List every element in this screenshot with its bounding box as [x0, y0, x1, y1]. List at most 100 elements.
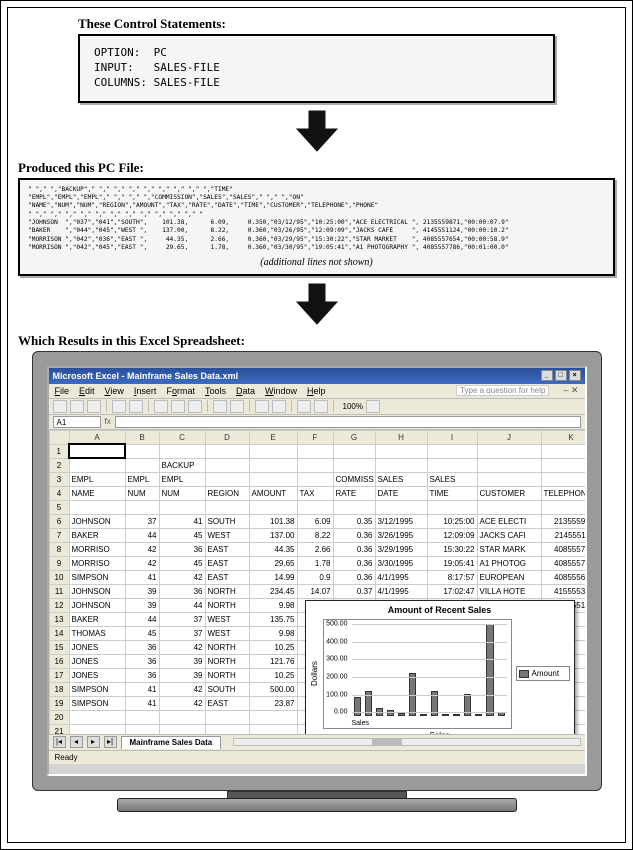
tab-nav-last-icon[interactable]: ▸|: [104, 736, 117, 748]
cell[interactable]: [477, 444, 541, 458]
tb-sort-desc-icon[interactable]: [272, 400, 286, 413]
cell[interactable]: COMMISS: [333, 472, 375, 486]
cell[interactable]: DATE: [375, 486, 427, 500]
row-header[interactable]: 11: [49, 584, 69, 598]
cell[interactable]: 4/1/1995: [375, 584, 427, 598]
formula-input[interactable]: [115, 416, 581, 428]
cell[interactable]: 3/29/1995: [375, 542, 427, 556]
cell[interactable]: 3/12/1995: [375, 514, 427, 528]
column-header[interactable]: I: [427, 430, 477, 444]
cell[interactable]: [125, 500, 159, 514]
cell[interactable]: [427, 444, 477, 458]
cell[interactable]: 42: [159, 570, 205, 584]
tb-help-icon[interactable]: [366, 400, 380, 413]
cell[interactable]: MORRISO: [69, 556, 125, 570]
cell[interactable]: 41: [125, 696, 159, 710]
worksheet-area[interactable]: ABCDEFGHIJKL12BACKUPTIME3EMPLEMPLEMPLCOM…: [49, 430, 585, 750]
cell[interactable]: MORRISO: [69, 542, 125, 556]
cell[interactable]: JOHNSON: [69, 598, 125, 612]
cell[interactable]: 44.35: [249, 542, 297, 556]
cell[interactable]: 4085557654: [541, 542, 585, 556]
cell[interactable]: 14.07: [297, 584, 333, 598]
column-header[interactable]: D: [205, 430, 249, 444]
cell[interactable]: 8:17:57: [427, 570, 477, 584]
tb-print-icon[interactable]: [112, 400, 126, 413]
minimize-button[interactable]: _: [541, 370, 553, 381]
cell[interactable]: 8.22: [297, 528, 333, 542]
cell[interactable]: [69, 500, 125, 514]
cell[interactable]: [333, 444, 375, 458]
cell[interactable]: [205, 710, 249, 724]
cell[interactable]: NORTH: [205, 584, 249, 598]
cell[interactable]: JOHNSON: [69, 514, 125, 528]
row-header[interactable]: 1: [49, 444, 69, 458]
name-box[interactable]: A1: [53, 416, 101, 428]
cell[interactable]: EAST: [205, 696, 249, 710]
tb-sort-asc-icon[interactable]: [255, 400, 269, 413]
cell[interactable]: [205, 458, 249, 472]
cell[interactable]: 10.25: [249, 640, 297, 654]
tb-undo-icon[interactable]: [213, 400, 227, 413]
cell[interactable]: [333, 500, 375, 514]
cell[interactable]: [375, 458, 427, 472]
cell[interactable]: 500.00: [249, 682, 297, 696]
row-header[interactable]: 4: [49, 486, 69, 500]
cell[interactable]: THOMAS: [69, 626, 125, 640]
cell[interactable]: 44: [125, 528, 159, 542]
cell[interactable]: SIMPSON: [69, 570, 125, 584]
cell[interactable]: [69, 444, 125, 458]
menu-edit[interactable]: Edit: [79, 386, 95, 396]
cell[interactable]: [249, 710, 297, 724]
row-header[interactable]: 18: [49, 682, 69, 696]
cell[interactable]: RATE: [333, 486, 375, 500]
row-header[interactable]: 12: [49, 598, 69, 612]
cell[interactable]: [541, 458, 585, 472]
cell[interactable]: BACKUP: [159, 458, 205, 472]
cell[interactable]: EAST: [205, 542, 249, 556]
maximize-button[interactable]: □: [555, 370, 567, 381]
cell[interactable]: 10:25:00: [427, 514, 477, 528]
cell[interactable]: [125, 444, 159, 458]
cell[interactable]: [159, 710, 205, 724]
menu-window[interactable]: Window: [265, 386, 297, 396]
row-header[interactable]: 19: [49, 696, 69, 710]
cell[interactable]: EUROPEAN: [477, 570, 541, 584]
cell[interactable]: 37: [159, 612, 205, 626]
cell[interactable]: 2.66: [297, 542, 333, 556]
tb-paste-icon[interactable]: [188, 400, 202, 413]
cell[interactable]: 101.38: [249, 514, 297, 528]
tb-sum-icon[interactable]: [297, 400, 311, 413]
cell[interactable]: 39: [125, 584, 159, 598]
row-header[interactable]: 6: [49, 514, 69, 528]
cell[interactable]: EMPL: [159, 472, 205, 486]
cell[interactable]: 39: [159, 668, 205, 682]
cell[interactable]: 42: [159, 696, 205, 710]
cell[interactable]: SALES: [427, 472, 477, 486]
cell[interactable]: 9.98: [249, 598, 297, 612]
cell[interactable]: [69, 710, 125, 724]
cell[interactable]: JACKS CAFI: [477, 528, 541, 542]
cell[interactable]: NORTH: [205, 640, 249, 654]
column-header[interactable]: B: [125, 430, 159, 444]
row-header[interactable]: 5: [49, 500, 69, 514]
row-header[interactable]: 9: [49, 556, 69, 570]
menu-file[interactable]: File: [55, 386, 70, 396]
cell[interactable]: CUSTOMER: [477, 486, 541, 500]
cell[interactable]: 37: [125, 514, 159, 528]
cell[interactable]: [205, 444, 249, 458]
cell[interactable]: 42: [125, 542, 159, 556]
cell[interactable]: NORTH: [205, 654, 249, 668]
cell[interactable]: 0.37: [333, 584, 375, 598]
chart-window[interactable]: Amount of Recent Sales Dollars Sales 0.0…: [305, 600, 575, 750]
cell[interactable]: 137.00: [249, 528, 297, 542]
cell[interactable]: 10.25: [249, 668, 297, 682]
cell[interactable]: 4155553680: [541, 584, 585, 598]
column-header[interactable]: K: [541, 430, 585, 444]
cell[interactable]: 45: [125, 626, 159, 640]
cell[interactable]: 44: [159, 598, 205, 612]
row-header[interactable]: 3: [49, 472, 69, 486]
cell[interactable]: TAX: [297, 486, 333, 500]
cell[interactable]: BAKER: [69, 612, 125, 626]
cell[interactable]: 15:30:22: [427, 542, 477, 556]
column-header[interactable]: C: [159, 430, 205, 444]
